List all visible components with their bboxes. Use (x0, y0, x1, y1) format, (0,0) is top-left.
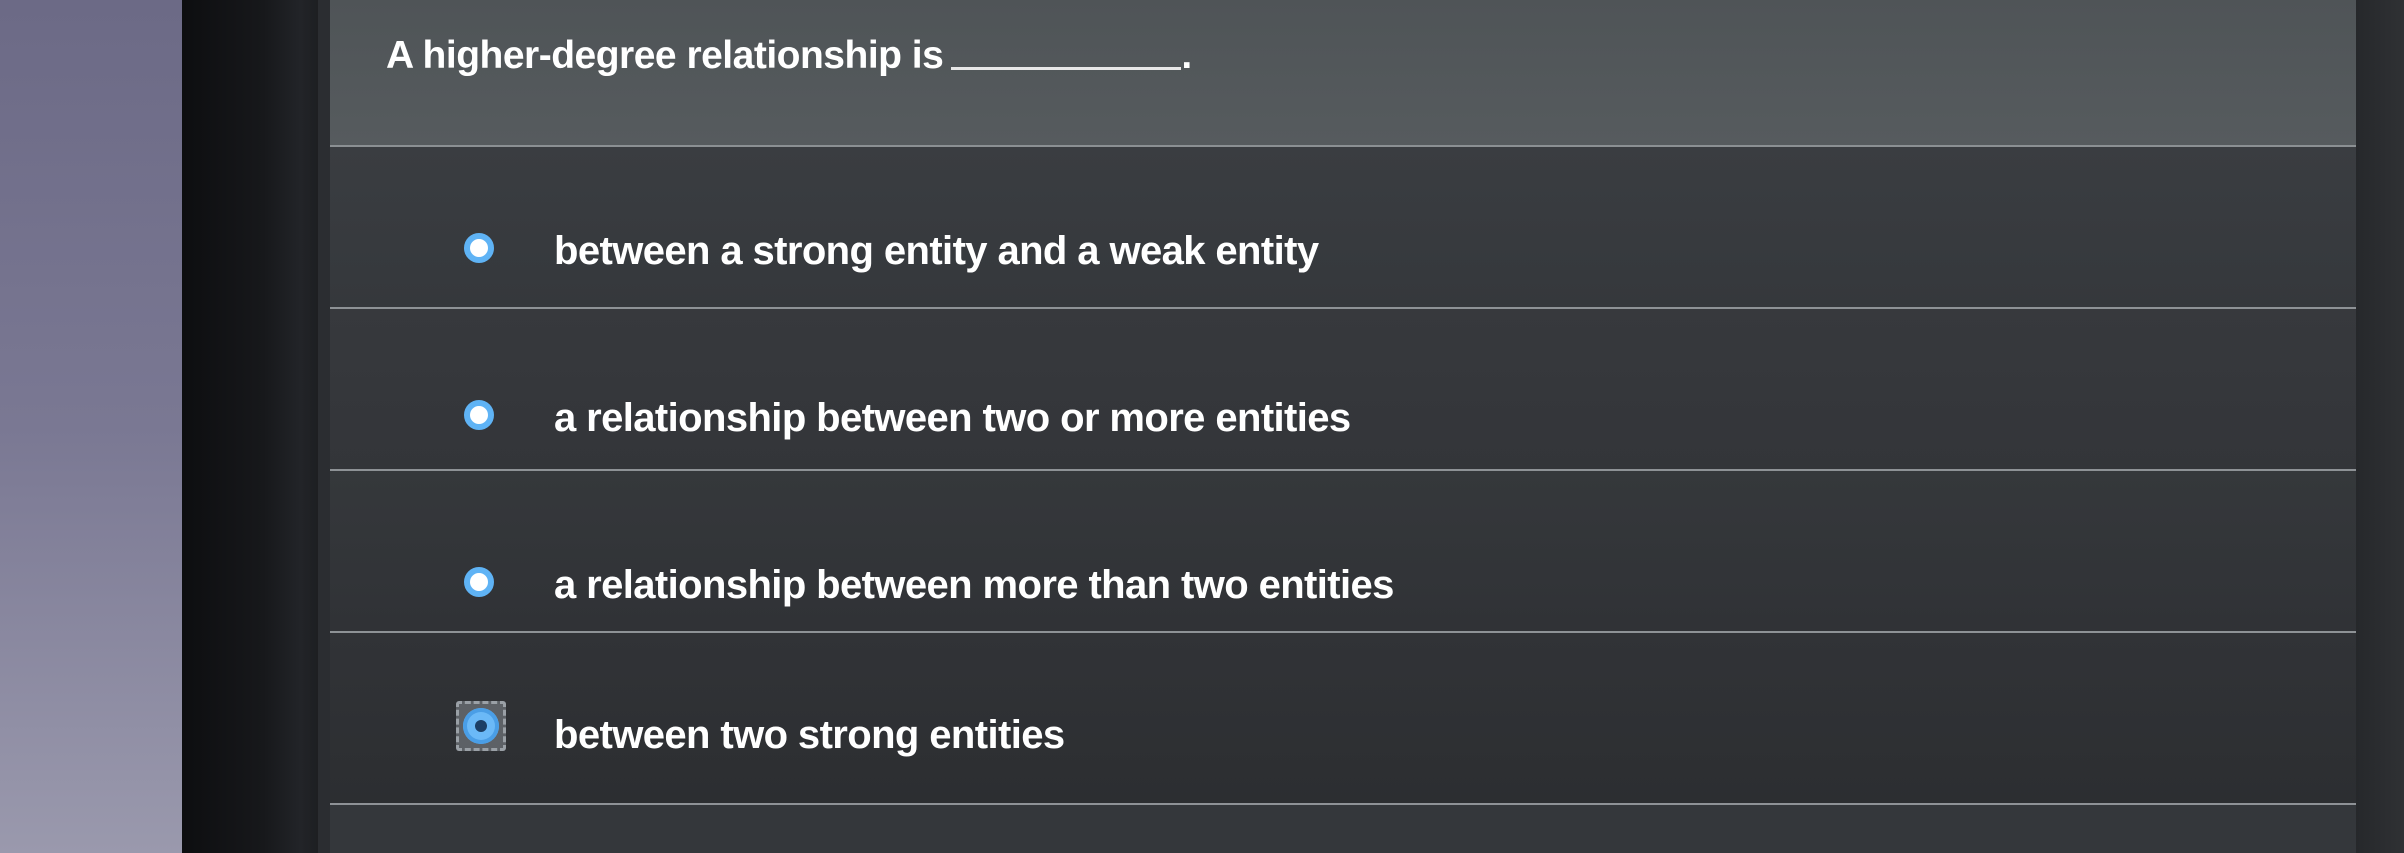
answer-option-label: a relationship between two or more entit… (554, 396, 1351, 440)
answer-option-label: between two strong entities (554, 713, 1065, 757)
radio-button-selected-icon[interactable] (456, 701, 506, 751)
answer-blank (951, 67, 1182, 70)
radio-dot-icon (463, 708, 499, 744)
radio-button-icon[interactable] (464, 567, 494, 597)
background-wall (0, 0, 200, 853)
answer-option-1[interactable]: between a strong entity and a weak entit… (330, 147, 2356, 309)
radio-button-icon[interactable] (464, 233, 494, 263)
monitor-bezel (182, 0, 330, 853)
answer-option-label: a relationship between more than two ent… (554, 563, 1394, 607)
radio-button-icon[interactable] (464, 400, 494, 430)
screen: A higher-degree relationship is. between… (318, 0, 2404, 853)
screen-right-edge (2356, 0, 2404, 853)
question-prompt: A higher-degree relationship is (386, 34, 944, 77)
answer-option-label: between a strong entity and a weak entit… (554, 229, 1319, 273)
answer-option-3[interactable]: a relationship between more than two ent… (330, 471, 2356, 633)
question-text: A higher-degree relationship is. (386, 34, 1192, 78)
question-card: A higher-degree relationship is. between… (330, 0, 2356, 853)
answer-option-4[interactable]: between two strong entities (330, 633, 2356, 805)
question-period: . (1181, 34, 1192, 77)
question-header: A higher-degree relationship is. (330, 0, 2356, 147)
answer-option-2[interactable]: a relationship between two or more entit… (330, 309, 2356, 471)
